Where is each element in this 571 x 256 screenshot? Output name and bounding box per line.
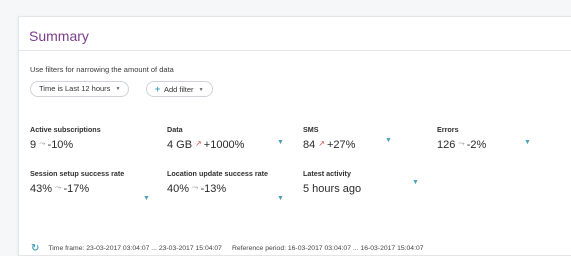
metric-session-setup-success-rate: Session setup success rate 43% ⤳ -17% [30,169,130,195]
plus-icon: + [155,84,161,94]
metric-sms: SMS 84 ↗ +27% [303,125,355,151]
metric-value: 84 [303,139,316,151]
metric-value-row: 5 hours ago [303,183,361,195]
metric-value-row: 9 ⤳ -10% [30,139,101,151]
metric-value: 9 [30,139,37,151]
metric-location-update-success-rate: Location update success rate 40% ⤳ -13% [167,169,279,195]
funnel-icon[interactable]: ▼ [277,139,284,146]
time-filter-prefix: Time is [39,84,63,93]
metric-value: 5 hours ago [303,183,362,195]
metric-latest-activity: Latest activity 5 hours ago [303,169,361,195]
metric-value-row: 4 GB ↗ +1000% [167,139,244,151]
trend-up-icon: ↗ [195,139,202,148]
metric-value-row: 84 ↗ +27% [303,139,355,151]
summary-panel: Summary Use filters for narrowing the am… [18,16,571,256]
metric-active-subscriptions: Active subscriptions 9 ⤳ -10% [30,125,101,151]
metric-label: Errors [437,125,459,134]
time-filter-dropdown[interactable]: Time is Last 12 hours ▼ [30,81,130,97]
metric-value: 40% [167,183,190,195]
trend-down-icon: ⤳ [55,183,62,192]
metric-value: 4 GB [167,139,193,151]
metric-value: 43% [30,183,53,195]
metric-label: SMS [303,125,319,134]
metric-value-row: 40% ⤳ -13% [167,183,279,195]
funnel-icon[interactable]: ▼ [277,195,284,202]
trend-down-icon: ⤳ [192,183,199,192]
panel-title: Summary [29,28,89,44]
metric-label: Active subscriptions [30,125,101,134]
title-divider [19,50,571,51]
metric-label: Latest activity [303,169,351,178]
metric-value: 126 [437,139,456,151]
trend-up-icon: ↗ [318,139,325,148]
funnel-icon[interactable]: ▼ [143,195,150,202]
metric-data: Data 4 GB ↗ +1000% [167,125,244,151]
time-filter-value: Last 12 hours [64,84,111,93]
caret-down-icon: ▼ [198,87,204,93]
funnel-icon[interactable]: ▼ [412,179,419,186]
metric-change: -10% [47,139,74,151]
add-filter-button[interactable]: + Add filter ▼ [146,81,213,97]
trend-down-icon: ⤳ [39,139,46,148]
filter-hint: Use filters for narrowing the amount of … [30,65,174,74]
metric-label: Location update success rate [167,169,269,178]
metric-errors: Errors 126 ⤳ -2% [437,125,486,151]
refresh-icon[interactable]: ↻ [31,243,39,254]
add-filter-label: Add filter [163,85,194,94]
metric-value-row: 126 ⤳ -2% [437,139,486,151]
metric-label: Data [167,125,183,134]
metric-change: +27% [326,139,356,151]
metric-change: -2% [466,139,487,151]
metric-change: -17% [63,183,90,195]
trend-down-icon: ⤳ [458,139,465,148]
metric-value-row: 43% ⤳ -17% [30,183,130,195]
footer-info: ↻ Time frame: 23-03-2017 03:04:07 ... 23-… [31,243,424,254]
metric-label: Session setup success rate [30,169,125,178]
funnel-icon[interactable]: ▼ [524,139,531,146]
caret-down-icon: ▼ [115,86,121,92]
metric-change: -13% [200,183,227,195]
metric-change: +1000% [203,139,245,151]
funnel-icon[interactable]: ▼ [385,137,392,144]
